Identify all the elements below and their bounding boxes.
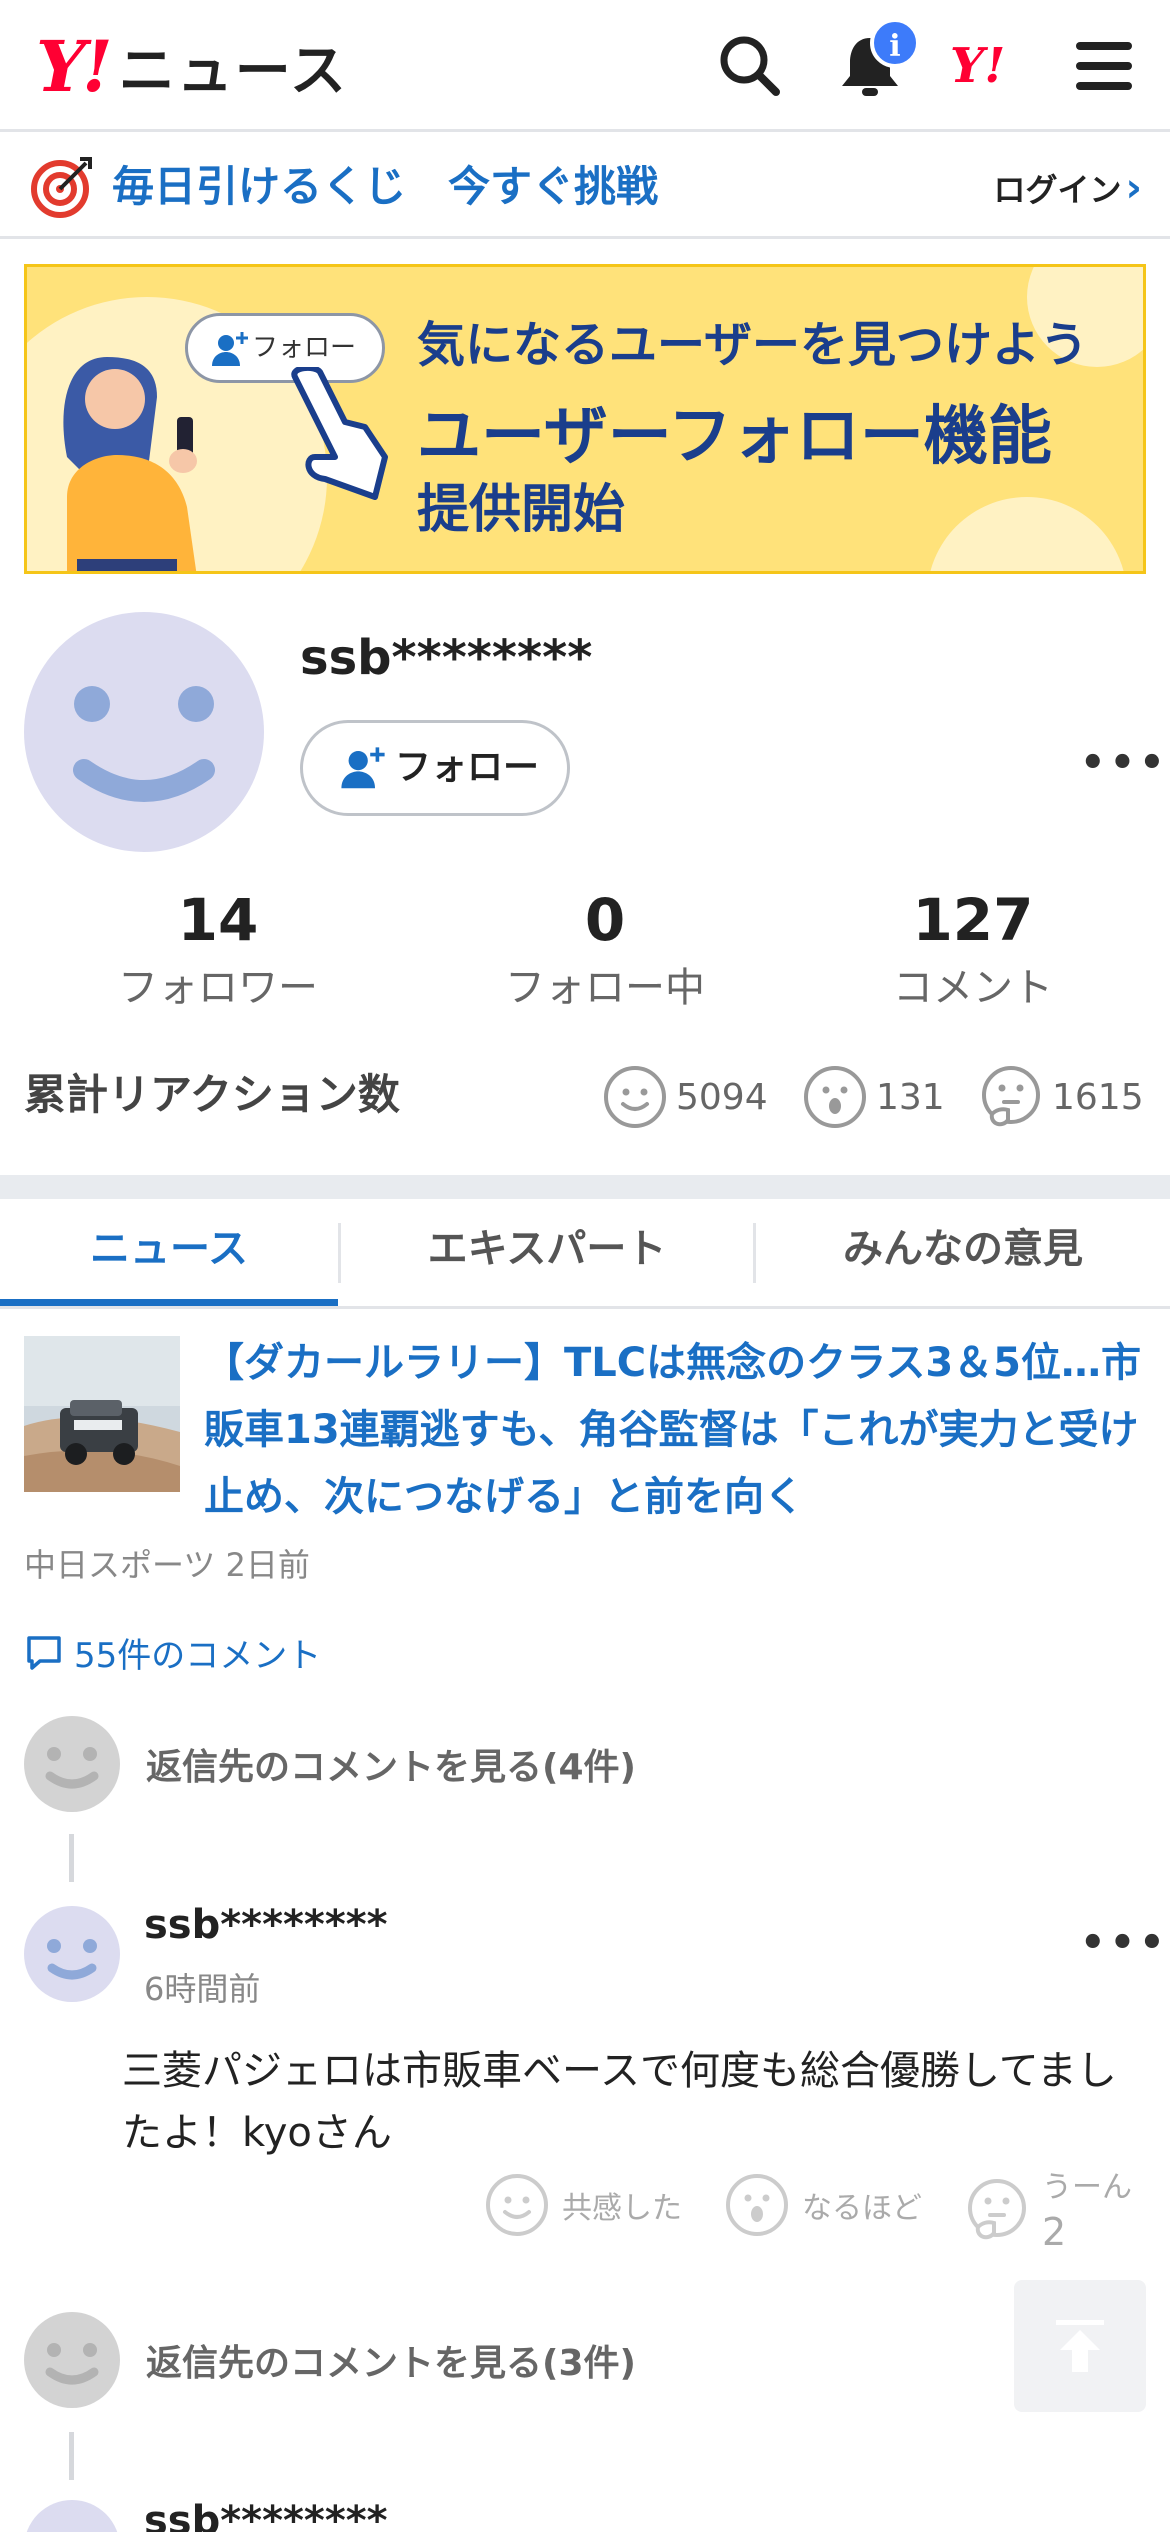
banner-follow-label: フォロー: [252, 333, 357, 363]
profile-avatar: [24, 612, 264, 852]
followers-label: フォロワー: [118, 965, 318, 1011]
lottery-bar[interactable]: 毎日引けるくじ 今すぐ挑戦 ログイン ›: [0, 135, 1170, 239]
view-parent-comments[interactable]: 返信先のコメントを見る(4件): [24, 1716, 636, 1812]
reaction-thinking: 1615: [978, 1064, 1144, 1130]
insight-label: なるほど: [802, 2191, 922, 2226]
reaction-smile-count: 5094: [676, 1076, 768, 1118]
gray-avatar: [24, 1716, 120, 1812]
profile-username: ssb********: [300, 630, 593, 686]
thread-line: [69, 1834, 74, 1882]
profile-tabs: ニュース エキスパート みんなの意見: [0, 1199, 1170, 1309]
reaction-total-title: 累計リアクション数: [24, 1070, 400, 1119]
article-source: 中日スポーツ 2日前: [24, 1546, 310, 1584]
login-label: ログイン: [993, 171, 1122, 209]
logo-mark: Y!: [36, 24, 113, 108]
article-comment-count[interactable]: 55件のコメント: [24, 1628, 321, 1677]
reaction-surprised: 131: [802, 1064, 945, 1130]
next-comment-avatar[interactable]: [24, 2500, 120, 2532]
view-parent-comments[interactable]: 返信先のコメントを見る(3件): [24, 2312, 636, 2408]
smile-icon: [486, 2174, 548, 2236]
view-parent-comments-label: 返信先のコメントを見る(3件): [146, 2343, 636, 2384]
arrow-up-icon: [1056, 2320, 1104, 2372]
follow-button-label: フォロー: [395, 747, 540, 788]
profile-more-icon[interactable]: •••: [1080, 740, 1169, 786]
app-header: Y! ニュース i Y!: [0, 0, 1170, 132]
follow-button[interactable]: フォロー: [300, 720, 570, 816]
gray-avatar: [24, 2312, 120, 2408]
add-user-icon: [212, 332, 248, 366]
hamburger-menu-icon[interactable]: [1068, 30, 1140, 102]
comments-label: コメント: [893, 965, 1053, 1011]
comment-count-label: 55件のコメント: [74, 1636, 322, 1676]
banner-line2: ユーザーフォロー機能: [417, 400, 1052, 474]
empathy-label: 共感した: [562, 2191, 682, 2226]
view-parent-comments-label: 返信先のコメントを見る(4件): [146, 1747, 636, 1788]
hmm-count: 2: [1042, 2210, 1067, 2254]
article-title[interactable]: 【ダカールラリー】TLCは無念のクラス3＆5位…市販車13連覇逃すも、角谷監督は…: [204, 1330, 1148, 1531]
target-icon: [31, 157, 92, 218]
comment-body: 三菱パジェロは市販車ベースで何度も総合優勝してましたよ！kyoさん: [122, 2048, 1117, 2156]
logo-text: ニュース: [118, 38, 348, 104]
thinking-icon: [968, 2179, 1026, 2240]
hmm-button[interactable]: うーん 2: [964, 2166, 1132, 2254]
comment-user-avatar[interactable]: [24, 1906, 120, 2002]
login-link[interactable]: ログイン ›: [994, 163, 1143, 215]
hmm-label: うーん: [1042, 2170, 1132, 2205]
tab-expert[interactable]: エキスパート: [341, 1199, 753, 1309]
followers-count: 14: [177, 886, 259, 954]
smile-icon: [604, 1066, 666, 1128]
tab-opinions[interactable]: みんなの意見: [756, 1199, 1170, 1309]
pointing-hand-icon: [291, 367, 388, 500]
next-comment-username[interactable]: ssb********: [144, 2498, 388, 2532]
lottery-link[interactable]: 毎日引けるくじ 今すぐ挑戦: [112, 155, 658, 219]
insight-button[interactable]: なるほど: [724, 2172, 922, 2238]
search-icon[interactable]: [714, 30, 786, 102]
comment-username[interactable]: ssb********: [144, 1902, 388, 1948]
active-tab-indicator: [0, 1299, 338, 1306]
chevron-right-icon: ›: [1125, 165, 1142, 211]
add-user-icon: [341, 747, 385, 789]
following-label: フォロー中: [505, 965, 705, 1011]
comment-bubble-icon: [27, 1635, 61, 1670]
comments-count: 127: [912, 886, 1034, 954]
yahoo-home-icon[interactable]: Y!: [950, 36, 1022, 108]
surprised-icon: [726, 2174, 788, 2236]
banner-line1: 気になるユーザーを見つけよう: [417, 317, 1089, 373]
surprised-icon: [804, 1066, 866, 1128]
scroll-to-top-button[interactable]: [1014, 2280, 1146, 2412]
reaction-thinking-count: 1615: [1052, 1076, 1144, 1118]
user-follow-banner[interactable]: フォロー 気になるユーザーを見つけよう ユーザーフォロー機能 提供開始: [24, 264, 1146, 574]
thinking-icon: [982, 1066, 1040, 1127]
stat-comments[interactable]: 127 コメント: [823, 880, 1123, 1016]
yahoo-news-logo[interactable]: Y! ニュース: [36, 25, 348, 108]
comment-more-icon[interactable]: •••: [1080, 1920, 1169, 1966]
banner-line3: 提供開始: [417, 480, 626, 540]
following-count: 0: [584, 886, 626, 954]
reaction-surprised-count: 131: [876, 1076, 945, 1118]
stat-followers[interactable]: 14 フォロワー: [68, 880, 368, 1016]
stat-following[interactable]: 0 フォロー中: [455, 880, 755, 1016]
thread-line: [69, 2432, 74, 2480]
notification-badge: i: [870, 18, 920, 68]
hmm-text: うーん 2: [1042, 2166, 1132, 2254]
comment-timestamp: 6時間前: [144, 1970, 261, 2008]
banner-circle-decoration: [927, 497, 1127, 571]
article-thumbnail[interactable]: [24, 1336, 180, 1492]
empathy-button[interactable]: 共感した: [484, 2172, 682, 2238]
reaction-smile: 5094: [602, 1064, 768, 1130]
section-divider: [0, 1175, 1170, 1199]
tab-news[interactable]: ニュース: [0, 1199, 338, 1309]
